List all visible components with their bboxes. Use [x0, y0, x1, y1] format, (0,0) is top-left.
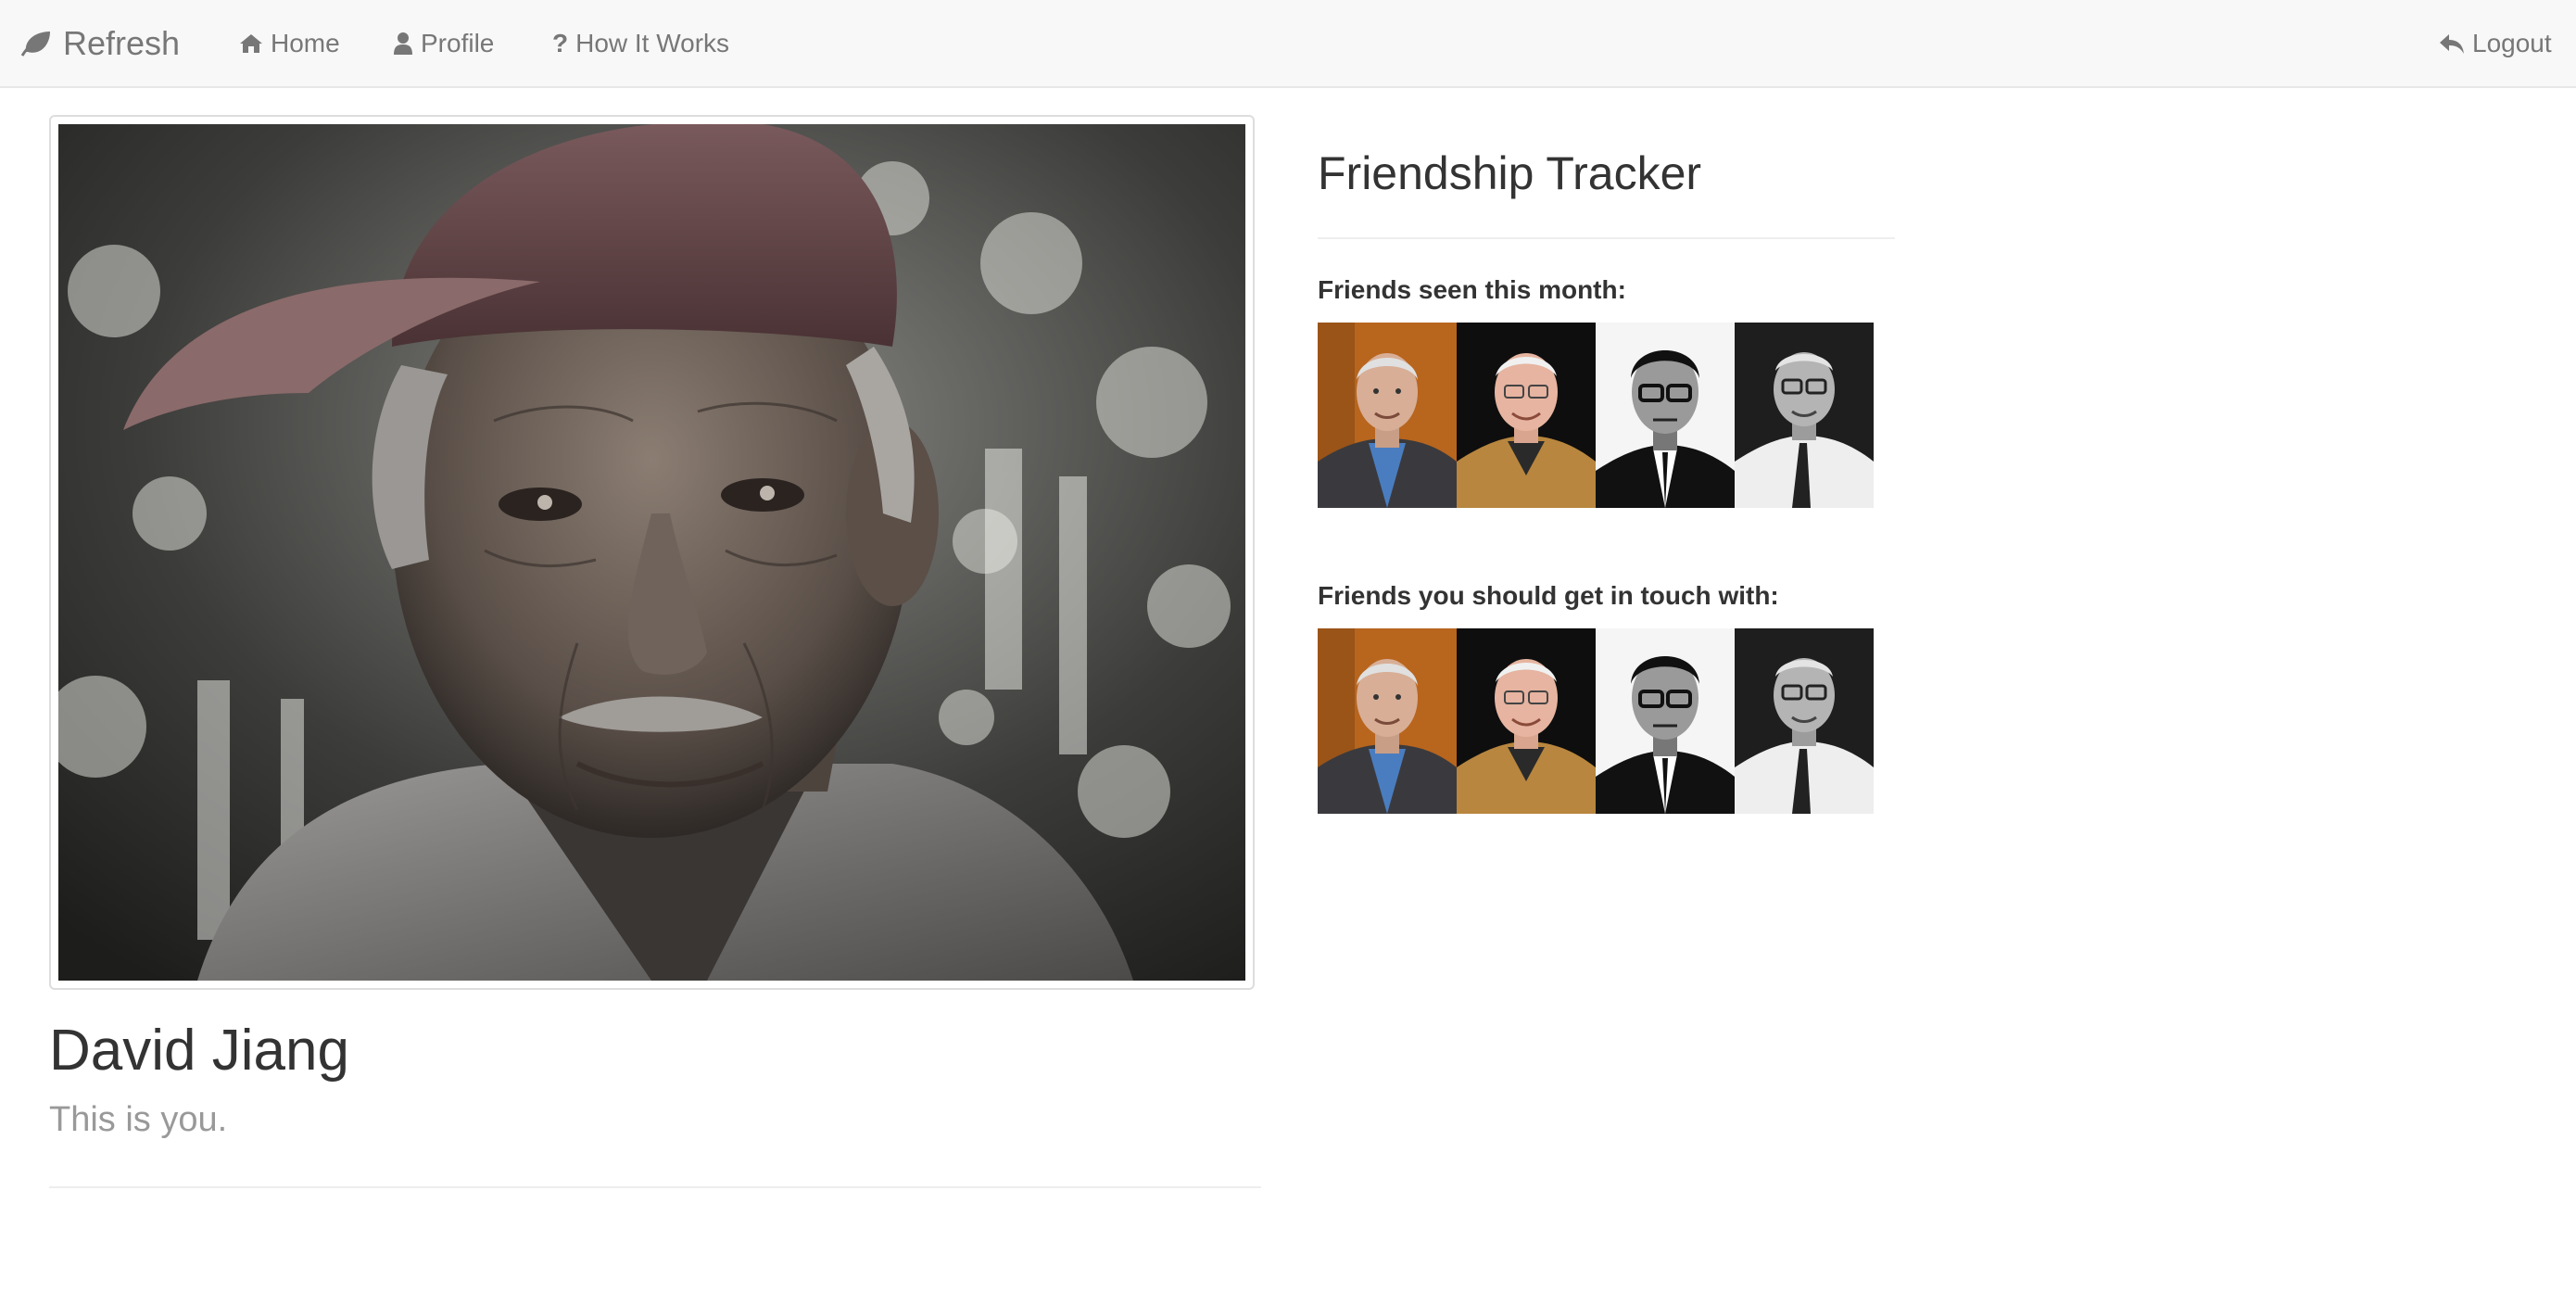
- home-icon: [239, 32, 263, 55]
- friends-seen-label: Friends seen this month:: [1318, 275, 1626, 304]
- tracker-divider: [1318, 237, 1895, 239]
- brand-label: Refresh: [63, 23, 181, 62]
- nav-logout-label: Logout: [2472, 28, 2552, 57]
- friend-photo[interactable]: [1318, 323, 1457, 508]
- profile-photo: [58, 124, 1245, 981]
- reply-arrow-icon: [2439, 32, 2465, 55]
- friend-photo[interactable]: [1457, 323, 1596, 508]
- nav-profile-label: Profile: [421, 28, 495, 57]
- friend-photo[interactable]: [1735, 628, 1874, 814]
- friends-touch-list: [1318, 628, 1874, 814]
- top-navbar: Refresh Home Profile ? How It Works Logo…: [0, 0, 2576, 88]
- nav-profile[interactable]: Profile: [393, 0, 494, 86]
- friends-seen-list: [1318, 323, 1874, 508]
- tracker-title: Friendship Tracker: [1318, 147, 1702, 199]
- nav-home-label: Home: [271, 28, 340, 57]
- brand-link[interactable]: Refresh: [20, 0, 180, 86]
- friend-photo[interactable]: [1596, 628, 1735, 814]
- nav-how-it-works-label: How It Works: [575, 28, 730, 57]
- friend-photo[interactable]: [1596, 323, 1735, 508]
- nav-home[interactable]: Home: [239, 0, 340, 86]
- profile-name: David Jiang: [49, 1019, 349, 1083]
- friend-photo[interactable]: [1318, 628, 1457, 814]
- nav-logout[interactable]: Logout: [2439, 0, 2552, 86]
- question-icon: ?: [552, 28, 569, 57]
- profile-divider: [49, 1186, 1261, 1188]
- friends-touch-label: Friends you should get in touch with:: [1318, 581, 1779, 610]
- profile-photo-frame: [49, 115, 1255, 990]
- friend-photo[interactable]: [1457, 628, 1596, 814]
- profile-subtitle: This is you.: [49, 1100, 228, 1139]
- user-icon: [393, 32, 413, 56]
- leaf-icon: [20, 30, 52, 57]
- friend-photo[interactable]: [1735, 323, 1874, 508]
- nav-how-it-works[interactable]: ? How It Works: [552, 0, 729, 86]
